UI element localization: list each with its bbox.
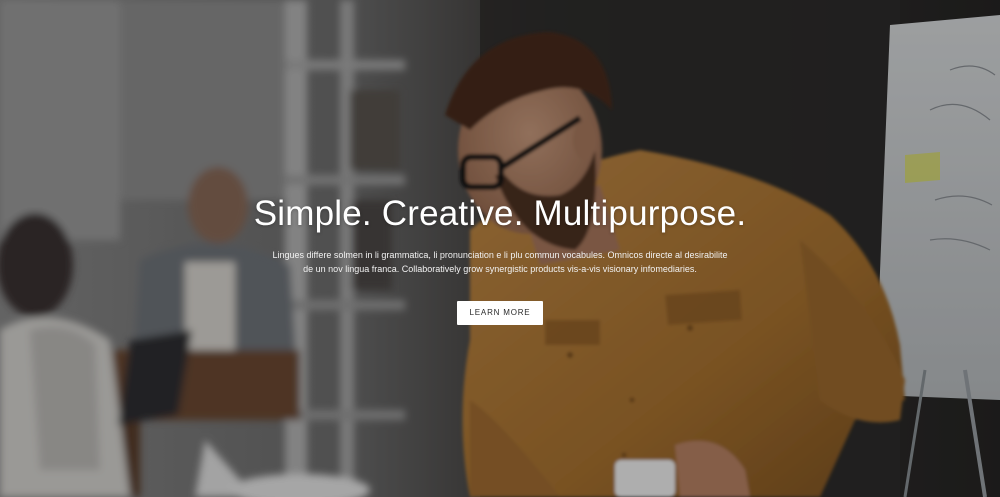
hero-content: Simple. Creative. Multipurpose. Lingues … — [0, 0, 1000, 497]
hero-description: Lingues differe solmen in li grammatica,… — [0, 248, 1000, 276]
hero-description-line-2: de un nov lingua franca. Collaboratively… — [303, 264, 697, 274]
hero-title: Simple. Creative. Multipurpose. — [253, 194, 747, 233]
hero-description-line-1: Lingues differe solmen in li grammatica,… — [272, 250, 728, 260]
hero-section: Simple. Creative. Multipurpose. Lingues … — [0, 0, 1000, 497]
learn-more-button[interactable]: LEARN MORE — [457, 301, 543, 325]
